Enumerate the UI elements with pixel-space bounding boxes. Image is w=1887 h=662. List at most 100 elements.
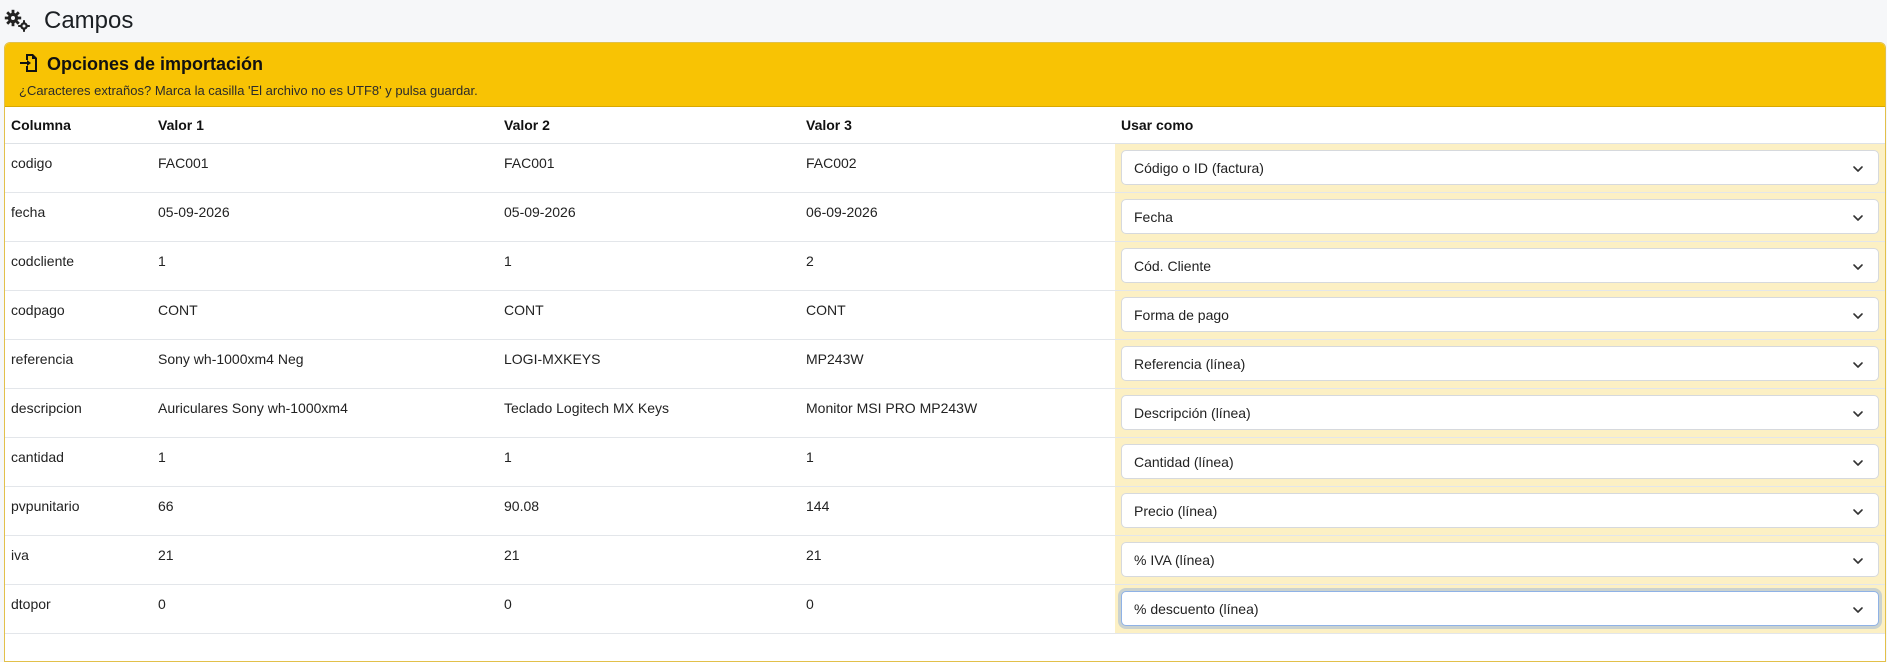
page-title: Campos xyxy=(44,7,134,34)
chevron-down-icon xyxy=(1852,407,1864,419)
table-row: fecha 05-09-2026 05-09-2026 06-09-2026 Fecha xyxy=(5,192,1885,242)
column-name-cell: codcliente xyxy=(5,241,152,291)
use-as-selected-value: Precio (línea) xyxy=(1134,502,1218,519)
value-3-cell: 06-09-2026 xyxy=(800,192,1115,242)
use-as-selected-value: Código o ID (factura) xyxy=(1134,159,1264,176)
table-row: codigo FAC001 FAC001 FAC002 Código o ID (fac… xyxy=(5,143,1885,193)
use-as-selected-value: Cantidad (línea) xyxy=(1134,453,1234,470)
column-name-cell: iva xyxy=(5,535,152,585)
value-1-cell: 1 xyxy=(152,241,498,291)
card-title: Opciones de importación xyxy=(19,49,1871,79)
column-name-cell: pvpunitario xyxy=(5,486,152,536)
value-1-cell: 0 xyxy=(152,584,498,634)
use-as-selected-value: % IVA (línea) xyxy=(1134,551,1215,568)
table-row: cantidad 1 1 1 Cantidad (línea) xyxy=(5,437,1885,487)
value-2-cell: 1 xyxy=(498,241,800,291)
encoding-hint: ¿Caracteres extraños? Marca la casilla '… xyxy=(19,83,478,98)
value-3-cell: 0 xyxy=(800,584,1115,634)
use-as-cell: Forma de pago xyxy=(1115,290,1885,340)
header-usar-como: Usar como xyxy=(1115,107,1885,144)
value-2-cell: FAC001 xyxy=(498,143,800,193)
table-row: codpago CONT CONT CONT Forma de pago xyxy=(5,290,1885,340)
value-3-cell: MP243W xyxy=(800,339,1115,389)
use-as-select[interactable]: Código o ID (factura) xyxy=(1121,150,1879,185)
chevron-down-icon xyxy=(1852,162,1864,174)
use-as-cell: Cantidad (línea) xyxy=(1115,437,1885,487)
use-as-select[interactable]: Descripción (línea) xyxy=(1121,395,1879,430)
value-3-cell: 1 xyxy=(800,437,1115,487)
column-name-cell: referencia xyxy=(5,339,152,389)
column-name-cell: dtopor xyxy=(5,584,152,634)
card-title-text: Opciones de importación xyxy=(47,53,264,74)
use-as-cell: Descripción (línea) xyxy=(1115,388,1885,438)
use-as-selected-value: Fecha xyxy=(1134,208,1173,225)
page-header: Campos xyxy=(0,0,1887,42)
column-name-cell: codigo xyxy=(5,143,152,193)
gears-icon xyxy=(4,8,34,34)
chevron-down-icon xyxy=(1852,358,1864,370)
use-as-cell: % descuento (línea) xyxy=(1115,584,1885,634)
value-3-cell: 144 xyxy=(800,486,1115,536)
use-as-selected-value: % descuento (línea) xyxy=(1134,600,1259,617)
chevron-down-icon xyxy=(1852,211,1864,223)
value-2-cell: 05-09-2026 xyxy=(498,192,800,242)
value-1-cell: Sony wh-1000xm4 Neg xyxy=(152,339,498,389)
value-1-cell: 05-09-2026 xyxy=(152,192,498,242)
use-as-select[interactable]: Precio (línea) xyxy=(1121,493,1879,528)
use-as-select[interactable]: % descuento (línea) xyxy=(1121,591,1879,626)
column-name-cell: fecha xyxy=(5,192,152,242)
import-options-card: Opciones de importación ¿Caracteres extr… xyxy=(4,42,1886,662)
table-header-row: Columna Valor 1 Valor 2 Valor 3 Usar com… xyxy=(5,107,1885,144)
use-as-select[interactable]: Cantidad (línea) xyxy=(1121,444,1879,479)
use-as-select[interactable]: Forma de pago xyxy=(1121,297,1879,332)
header-valor-1: Valor 1 xyxy=(152,107,498,144)
value-3-cell: 2 xyxy=(800,241,1115,291)
table-row: codcliente 1 1 2 Cód. Cliente xyxy=(5,241,1885,291)
header-valor-3: Valor 3 xyxy=(800,107,1115,144)
chevron-down-icon xyxy=(1852,260,1864,272)
table-row: iva 21 21 21% IVA (línea) xyxy=(5,535,1885,585)
value-2-cell: 21 xyxy=(498,535,800,585)
value-2-cell: 0 xyxy=(498,584,800,634)
table-row: referencia Sony wh-1000xm4 Neg LOGI-MXKEYS… xyxy=(5,339,1885,389)
chevron-down-icon xyxy=(1852,309,1864,321)
value-1-cell: 1 xyxy=(152,437,498,487)
use-as-cell: Fecha xyxy=(1115,192,1885,242)
file-import-icon xyxy=(19,53,41,75)
value-1-cell: Auriculares Sony wh-1000xm4 xyxy=(152,388,498,438)
use-as-cell: Referencia (línea) xyxy=(1115,339,1885,389)
value-1-cell: 21 xyxy=(152,535,498,585)
chevron-down-icon xyxy=(1852,603,1864,615)
table-row: dtopor 0 0 0% descuento (línea) xyxy=(5,584,1885,634)
value-3-cell: FAC002 xyxy=(800,143,1115,193)
chevron-down-icon xyxy=(1852,554,1864,566)
use-as-selected-value: Descripción (línea) xyxy=(1134,404,1251,421)
value-2-cell: Teclado Logitech MX Keys xyxy=(498,388,800,438)
value-3-cell: 21 xyxy=(800,535,1115,585)
value-2-cell: CONT xyxy=(498,290,800,340)
chevron-down-icon xyxy=(1852,505,1864,517)
use-as-cell: Cód. Cliente xyxy=(1115,241,1885,291)
use-as-cell: Precio (línea) xyxy=(1115,486,1885,536)
use-as-select[interactable]: Fecha xyxy=(1121,199,1879,234)
use-as-select[interactable]: Cód. Cliente xyxy=(1121,248,1879,283)
use-as-select[interactable]: Referencia (línea) xyxy=(1121,346,1879,381)
value-1-cell: CONT xyxy=(152,290,498,340)
value-3-cell: Monitor MSI PRO MP243W xyxy=(800,388,1115,438)
column-name-cell: descripcion xyxy=(5,388,152,438)
use-as-select[interactable]: % IVA (línea) xyxy=(1121,542,1879,577)
header-columna: Columna xyxy=(5,107,152,144)
table-row: descripcion Auriculares Sony wh-1000xm4 Te… xyxy=(5,388,1885,438)
column-name-cell: cantidad xyxy=(5,437,152,487)
chevron-down-icon xyxy=(1852,456,1864,468)
use-as-selected-value: Forma de pago xyxy=(1134,306,1229,323)
use-as-cell: Código o ID (factura) xyxy=(1115,143,1885,193)
card-header: Opciones de importación ¿Caracteres extr… xyxy=(5,43,1885,107)
value-1-cell: FAC001 xyxy=(152,143,498,193)
use-as-selected-value: Cód. Cliente xyxy=(1134,257,1212,274)
value-1-cell: 66 xyxy=(152,486,498,536)
value-2-cell: 1 xyxy=(498,437,800,487)
use-as-selected-value: Referencia (línea) xyxy=(1134,355,1246,372)
table-row: pvpunitario 66 90.08 144 Precio (línea) xyxy=(5,486,1885,536)
header-valor-2: Valor 2 xyxy=(498,107,800,144)
